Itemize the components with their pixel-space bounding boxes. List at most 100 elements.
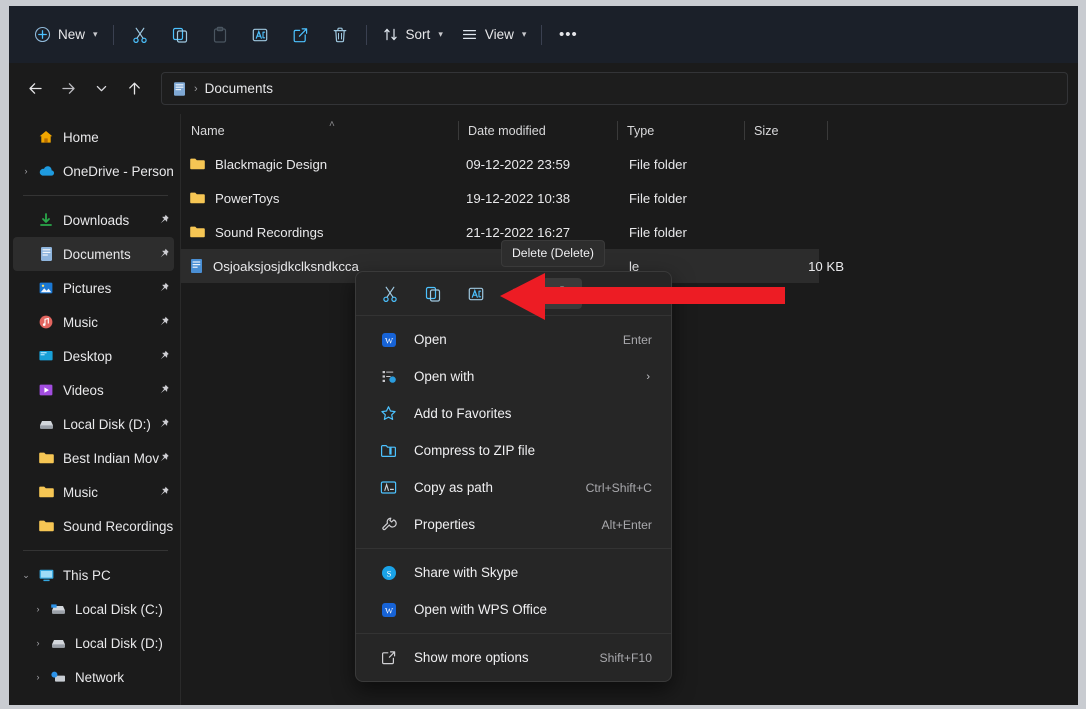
context-copy-button[interactable] <box>413 278 453 309</box>
file-date-cell: 19-12-2022 10:38 <box>466 190 571 206</box>
sidebar-item-label: Local Disk (D:) <box>75 635 163 651</box>
chevron-right-icon[interactable]: › <box>17 166 35 176</box>
menu-item-add-to-favorites[interactable]: Add to Favorites <box>361 395 666 432</box>
sidebar-item-downloads[interactable]: Downloads <box>13 203 174 237</box>
pin-icon[interactable] <box>157 248 170 261</box>
pin-icon[interactable] <box>157 350 170 363</box>
sidebar-item-videos[interactable]: Videos <box>13 373 174 407</box>
sidebar-divider <box>23 195 168 196</box>
sidebar-item-music[interactable]: Music <box>13 305 174 339</box>
menu-item-open-with[interactable]: Open with › <box>361 358 666 395</box>
sidebar-item-music-folder[interactable]: Music <box>13 475 174 509</box>
menu-item-label: Open with WPS Office <box>414 602 547 617</box>
more-button[interactable]: ••• <box>548 19 588 51</box>
column-header-size[interactable]: Size <box>744 114 779 147</box>
sidebar-item-pictures[interactable]: Pictures <box>13 271 174 305</box>
copy-button[interactable] <box>160 19 200 51</box>
context-rename-button[interactable] <box>456 278 496 309</box>
recent-locations-button[interactable] <box>85 72 118 105</box>
file-date-cell: 21-12-2022 16:27 <box>466 224 571 240</box>
sidebar-item-desktop[interactable]: Desktop <box>13 339 174 373</box>
svg-text:W: W <box>384 335 393 345</box>
chevron-right-icon[interactable]: › <box>29 604 47 614</box>
desktop-icon <box>35 348 57 364</box>
menu-item-accelerator: Alt+Enter <box>601 517 652 532</box>
menu-item-copy-as-path[interactable]: Copy as path Ctrl+Shift+C <box>361 469 666 506</box>
onedrive-icon <box>35 163 57 179</box>
menu-item-accelerator: Shift+F10 <box>599 650 652 665</box>
table-row[interactable]: PowerToys 19-12-2022 10:38 File folder <box>181 181 1078 215</box>
sidebar-item-home[interactable]: Home <box>13 120 174 154</box>
cut-button[interactable] <box>120 19 160 51</box>
paste-button[interactable] <box>200 19 240 51</box>
menu-item-accelerator: Enter <box>622 332 652 347</box>
sidebar-item-documents[interactable]: Documents <box>13 237 174 271</box>
sidebar-item-label: Best Indian Mov <box>63 450 160 466</box>
plus-circle-icon <box>34 26 51 43</box>
pin-icon[interactable] <box>157 452 170 465</box>
sidebar-item-network[interactable]: › Network <box>13 660 174 694</box>
pin-icon[interactable] <box>157 316 170 329</box>
pin-icon[interactable] <box>157 214 170 227</box>
chevron-down-icon[interactable]: ⌄ <box>17 570 35 581</box>
menu-item-show-more-options[interactable]: Show more options Shift+F10 <box>361 639 666 676</box>
download-icon <box>35 212 57 228</box>
new-button[interactable]: New ▾ <box>25 19 107 51</box>
menu-item-compress-to-zip[interactable]: Compress to ZIP file <box>361 432 666 469</box>
sidebar-item-onedrive[interactable]: › OneDrive - Persona <box>13 154 175 188</box>
share-button[interactable] <box>280 19 320 51</box>
sidebar-item-sound-recordings[interactable]: Sound Recordings <box>13 509 174 543</box>
view-button[interactable]: View ▾ <box>452 19 536 51</box>
folder-icon <box>190 192 205 204</box>
sidebar-item-label: Music <box>63 314 98 330</box>
sidebar-item-best-indian-mov[interactable]: Best Indian Mov <box>13 441 174 475</box>
file-name-cell: Osjoaksjosjdkclksndkcca <box>189 258 359 274</box>
pin-icon[interactable] <box>157 486 170 499</box>
up-button[interactable] <box>118 72 151 105</box>
documents-folder-icon <box>174 81 185 96</box>
sidebar-item-label: Sound Recordings <box>63 518 174 534</box>
column-header-name[interactable]: Name <box>181 114 225 147</box>
column-divider[interactable] <box>827 121 828 140</box>
rename-button[interactable] <box>240 19 280 51</box>
context-cut-button[interactable] <box>370 278 410 309</box>
pin-icon[interactable] <box>157 418 170 431</box>
pin-icon[interactable] <box>157 282 170 295</box>
back-button[interactable] <box>19 72 52 105</box>
sidebar-item-label: Local Disk (C:) <box>75 601 163 617</box>
table-row[interactable]: Blackmagic Design 09-12-2022 23:59 File … <box>181 147 1078 181</box>
arrow-right-icon <box>62 83 75 94</box>
file-name-cell: Sound Recordings <box>189 225 324 240</box>
column-header-type[interactable]: Type <box>617 114 654 147</box>
sidebar-item-label: Desktop <box>63 348 113 364</box>
sort-button[interactable]: Sort ▾ <box>373 19 452 51</box>
navigation-pane[interactable]: Home › OneDrive - Persona Downloads Docu… <box>9 114 181 705</box>
menu-item-properties[interactable]: Properties Alt+Enter <box>361 506 666 543</box>
breadcrumb-current[interactable]: Documents <box>205 81 273 96</box>
menu-item-accelerator: Ctrl+Shift+C <box>585 480 652 495</box>
sidebar-divider-2 <box>23 550 168 551</box>
context-menu[interactable]: W Open Enter Open with › Add to Favorite… <box>355 271 672 682</box>
menu-item-open-with-wps-office[interactable]: W Open with WPS Office <box>361 591 666 628</box>
table-row[interactable]: Sound Recordings 21-12-2022 16:27 File f… <box>181 215 1078 249</box>
document-icon <box>35 246 57 262</box>
delete-button[interactable] <box>320 19 360 51</box>
pin-icon[interactable] <box>157 384 170 397</box>
sidebar-item-local-disk-d[interactable]: › Local Disk (D:) <box>13 626 174 660</box>
sort-ascending-icon: ˄ <box>329 119 335 130</box>
arrow-left-icon <box>29 83 42 94</box>
copy-path-icon <box>379 480 398 495</box>
sidebar-item-local-disk-d-pinned[interactable]: Local Disk (D:) <box>13 407 174 441</box>
chevron-right-icon[interactable]: › <box>29 638 47 648</box>
home-icon <box>35 129 57 145</box>
path-breadcrumb-bar[interactable]: › Documents <box>161 72 1068 105</box>
drive-icon <box>47 635 69 651</box>
chevron-right-icon[interactable]: › <box>29 672 47 682</box>
sidebar-item-this-pc[interactable]: ⌄ This PC <box>13 558 174 592</box>
column-header-date-modified[interactable]: Date modified <box>458 114 546 147</box>
menu-item-label: Open <box>414 332 447 347</box>
toolbar-divider-3 <box>541 24 543 45</box>
forward-button[interactable] <box>52 72 85 105</box>
menu-item-share-with-skype[interactable]: S Share with Skype <box>361 554 666 591</box>
sidebar-item-local-disk-c[interactable]: › Local Disk (C:) <box>13 592 174 626</box>
